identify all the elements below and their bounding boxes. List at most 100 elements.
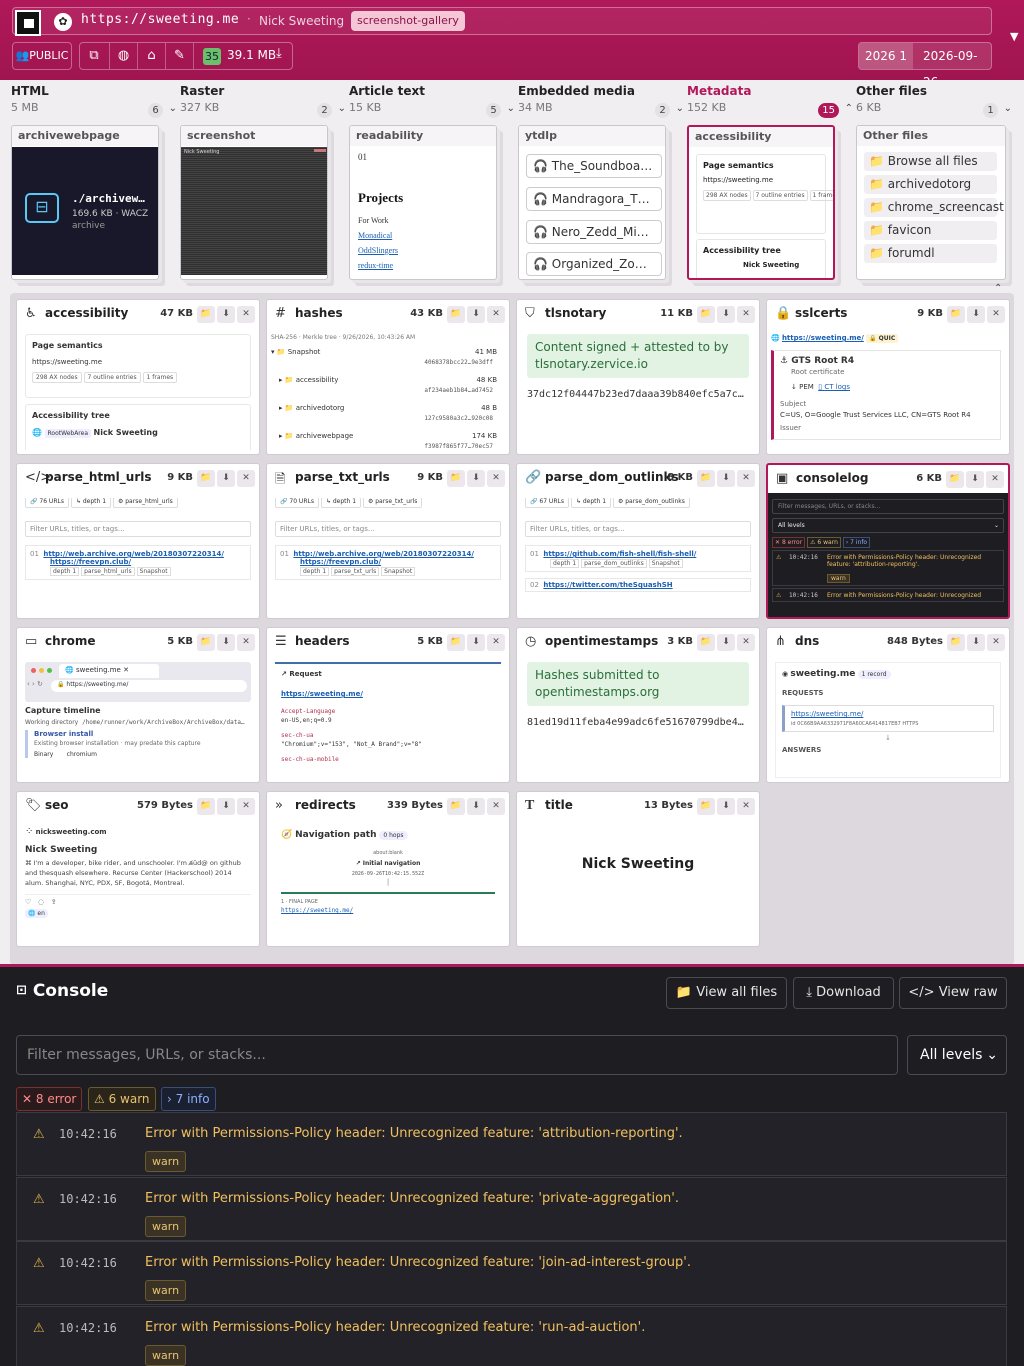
preview-ytdlp[interactable]: ytdlp 🎧 The_Soundboa… 🎧 Mandragora_T… 🎧 …: [518, 125, 666, 280]
console-level-select[interactable]: All levels ⌄: [772, 518, 1004, 533]
download-icon[interactable]: ⬇: [467, 470, 485, 487]
download-icon[interactable]: ⬇: [717, 470, 735, 487]
chevron-down-icon[interactable]: ⌄: [676, 103, 684, 114]
tag-badge[interactable]: screenshot-gallery: [351, 11, 465, 31]
chevron-down-icon[interactable]: ⌄: [169, 103, 177, 114]
category-article-text[interactable]: Article text 15 KB 5 ⌄: [349, 84, 515, 118]
info-filter-pill[interactable]: › 7 info: [161, 1087, 216, 1111]
archive-building-icon[interactable]: ⌂: [137, 43, 165, 69]
open-folder-icon[interactable]: 📁: [447, 306, 465, 323]
archivebox-logo-icon[interactable]: [15, 10, 41, 36]
download-icon[interactable]: ⬇: [967, 634, 985, 651]
close-icon[interactable]: ✕: [737, 634, 755, 651]
file-link[interactable]: 📁 chrome_screencast: [864, 198, 1004, 217]
card-hashes[interactable]: # hashes 43 KB 📁 ⬇ ✕ SHA-256 · Merkle tree · …: [266, 299, 510, 455]
chevron-down-icon[interactable]: ⌄: [1004, 103, 1012, 114]
download-icon[interactable]: ⬇: [467, 306, 485, 323]
close-icon[interactable]: ✕: [737, 306, 755, 323]
card-opentimestamps[interactable]: ◷ opentimestamps 3 KB 📁 ⬇ ✕ Hashes submitted …: [516, 627, 760, 783]
expand-caret-icon[interactable]: ▼: [1010, 30, 1018, 43]
public-visibility-button[interactable]: 👥PUBLIC: [12, 42, 72, 70]
snapshot-date-selector[interactable]: 2026 1 2026-09-26: [858, 42, 992, 89]
category-embedded-media[interactable]: Embedded media 34 MB 2 ⌄: [518, 84, 684, 118]
card-chrome[interactable]: ▭ chrome 5 KB 📁 ⬇ ✕ 🌐 sweeting.me ✕ ‹ › ↻ 🔒 h…: [16, 627, 260, 783]
warn-filter-pill[interactable]: ⚠ 6 warn: [88, 1087, 156, 1111]
console-log-row[interactable]: ⚠ 10:42:16 Error with Permissions-Policy…: [16, 1177, 1007, 1241]
console-log-row[interactable]: ⚠ 10:42:16 Error with Permissions-Policy…: [16, 1112, 1007, 1176]
close-icon[interactable]: ✕: [987, 634, 1005, 651]
download-icon[interactable]: ⬇: [966, 471, 984, 488]
url-filter-input[interactable]: Filter URLs, titles, or tags...: [275, 521, 501, 537]
error-pill[interactable]: 8 error: [782, 539, 802, 546]
media-file-item[interactable]: 🎧 Organized_Zo…: [526, 252, 662, 276]
card-consolelog[interactable]: ▣ consolelog 6 KB 📁 ⬇ ✕ Filter messages, URLs…: [766, 463, 1010, 619]
error-filter-pill[interactable]: ✕ 8 error: [16, 1087, 83, 1111]
open-folder-icon[interactable]: 📁: [197, 798, 215, 815]
comment-icon[interactable]: ◌: [38, 898, 44, 906]
info-pill[interactable]: 7 info: [850, 539, 867, 546]
readability-link[interactable]: Monadical: [358, 231, 488, 240]
open-folder-icon[interactable]: 📁: [447, 798, 465, 815]
timestamp-hash[interactable]: 81ed19d11feba4e99adc6fe51670799dbe4…: [527, 717, 749, 728]
warn-pill[interactable]: 6 warn: [817, 539, 837, 546]
download-icon[interactable]: ⬇: [217, 798, 235, 815]
close-icon[interactable]: ✕: [986, 471, 1004, 488]
readability-link[interactable]: redux-time: [358, 261, 488, 270]
file-link[interactable]: 📁 favicon: [864, 221, 997, 240]
url-bar[interactable]: ✿ https://sweeting.me · Nick Sweeting sc…: [12, 7, 992, 36]
download-icon[interactable]: ⬇: [967, 306, 985, 323]
close-icon[interactable]: ✕: [487, 798, 505, 815]
chevron-down-icon[interactable]: ⌄: [338, 103, 346, 114]
card-tlsnotary[interactable]: ⛉ tlsnotary 11 KB 📁 ⬇ ✕ Content signed + atte…: [516, 299, 760, 455]
preview-readability[interactable]: readability 01 Projects For Work Monadic…: [349, 125, 497, 280]
file-link[interactable]: 📁 forumdl: [864, 244, 997, 263]
hash-row[interactable]: ▸ 📁 archivewebpage 174 KB f3987f865f77…70e…: [271, 432, 501, 450]
heart-icon[interactable]: ♡: [25, 898, 31, 906]
copy-icon[interactable]: ⧉: [80, 43, 108, 69]
card-dns[interactable]: ⋔ dns 848 Bytes 📁 ⬇ ✕ ◉ sweeting.me 1 record …: [766, 627, 1010, 783]
preview-archivewebpage[interactable]: archivewebpage ⊟ ./archivew… 169.6 KB · …: [11, 125, 159, 280]
view-raw-button[interactable]: </> View raw: [899, 977, 1007, 1009]
close-icon[interactable]: ✕: [487, 306, 505, 323]
download-icon[interactable]: ⬇: [217, 470, 235, 487]
open-folder-icon[interactable]: 📁: [947, 306, 965, 323]
view-all-files-button[interactable]: 📁 View all files: [666, 977, 787, 1009]
media-file-item[interactable]: 🎧 Nero_Zedd_Mi…: [526, 220, 662, 244]
card-title[interactable]: Ttitle 13 Bytes 📁 ⬇ ✕ Nick Sweeting: [516, 791, 760, 947]
card-sslcerts[interactable]: 🔒 sslcerts 9 KB 📁 ⬇ ✕ 🌐 https://sweeting.me/ …: [766, 299, 1010, 455]
media-file-item[interactable]: 🎧 The_Soundboa…: [526, 154, 662, 178]
chevron-up-icon[interactable]: ⌃: [845, 103, 853, 114]
close-icon[interactable]: ✕: [987, 306, 1005, 323]
console-filter-input[interactable]: Filter messages, URLs, or stacks...: [16, 1035, 898, 1075]
open-folder-icon[interactable]: 📁: [947, 634, 965, 651]
preview-screenshot[interactable]: screenshot Nick Sweeting: [180, 125, 328, 280]
url-link[interactable]: https://freevpn.club/: [30, 558, 246, 566]
category-other-files[interactable]: Other files 6 KB 1 ⌄: [856, 84, 1012, 118]
card-parse-html-urls[interactable]: </> parse_html_urls 9 KB 📁 ⬇ ✕ 🔗 76 URLs ↳ de…: [16, 463, 260, 619]
card-parse-txt-urls[interactable]: 🗎 parse_txt_urls 9 KB 📁 ⬇ ✕ 🔗 70 URLs ↳ depth…: [266, 463, 510, 619]
url-link[interactable]: https://github.com/fish-shell/fish-shell…: [543, 550, 696, 558]
cert-url[interactable]: https://sweeting.me/: [782, 334, 864, 342]
preview-accessibility[interactable]: accessibility Page semantics https://swe…: [687, 125, 835, 280]
url-filter-input[interactable]: Filter URLs, titles, or tags...: [525, 521, 751, 537]
card-parse-dom-outlinks[interactable]: 🔗 parse_dom_outlinks 8 KB 📁 ⬇ ✕ 🔗 67 URLs ↳ d…: [516, 463, 760, 619]
snapshot-url[interactable]: https://sweeting.me: [81, 12, 239, 27]
card-seo[interactable]: 🏷 seo 579 Bytes 📁 ⬇ ✕ ⁘ nicksweeting.com Nick…: [16, 791, 260, 947]
close-icon[interactable]: ✕: [737, 798, 755, 815]
open-folder-icon[interactable]: 📁: [697, 634, 715, 651]
year-badge[interactable]: 2026 1: [859, 43, 913, 69]
category-html[interactable]: HTML 5 MB 6 ⌄: [11, 84, 177, 118]
download-icon[interactable]: ⬇: [467, 634, 485, 651]
pem-button[interactable]: ↓ PEM: [791, 383, 814, 391]
open-folder-icon[interactable]: 📁: [946, 471, 964, 488]
download-icon[interactable]: ⬇: [717, 634, 735, 651]
open-folder-icon[interactable]: 📁: [697, 798, 715, 815]
open-folder-icon[interactable]: 📁: [197, 306, 215, 323]
attestation-hash[interactable]: 37dc12f04447b23ed7daaa39b840efc5a7c…: [527, 389, 749, 400]
category-metadata[interactable]: Metadata 152 KB 15 ⌃: [687, 84, 853, 118]
close-icon[interactable]: ✕: [737, 470, 755, 487]
ct-logs-link[interactable]: ▯ CT logs: [818, 383, 850, 391]
open-folder-icon[interactable]: 📁: [697, 306, 715, 323]
preview-other-files[interactable]: Other files 📁 Browse all files 📁 archive…: [856, 125, 1006, 280]
chevron-down-icon[interactable]: ⌄: [507, 103, 515, 114]
